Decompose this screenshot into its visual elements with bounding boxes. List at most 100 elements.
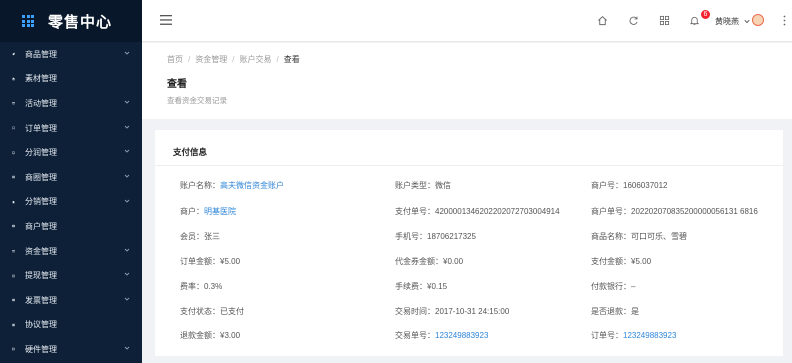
info-field: 交易时间：2017-10-31 24:15:00 — [395, 306, 509, 317]
page-title: 查看 — [167, 79, 187, 90]
field-value: ¥5.00 — [631, 257, 652, 266]
info-field: 账户类型：微信 — [395, 180, 451, 191]
field-value: ¥0.15 — [427, 282, 448, 291]
field-label: 商品名称： — [591, 232, 631, 241]
field-value: 18706217325 — [427, 232, 476, 241]
field-value: 微信 — [435, 181, 451, 190]
field-value: 张三 — [204, 232, 220, 241]
id-card-icon — [12, 225, 15, 228]
card-title: 支付信息 — [173, 147, 208, 157]
sidebar-item[interactable]: 素材管理 — [0, 67, 142, 92]
info-field: 代金券金额：¥0.00 — [395, 256, 463, 267]
monitor-icon — [12, 151, 15, 154]
field-label: 商户： — [180, 207, 204, 216]
home-icon[interactable] — [597, 15, 608, 26]
sidebar-item-label: 硬件管理 — [25, 344, 57, 354]
chevron-down-icon — [124, 199, 130, 203]
chevron-down-icon — [124, 346, 130, 350]
app-title: 零售中心 — [48, 13, 113, 31]
sidebar-item[interactable]: 商品管理 — [0, 42, 142, 67]
field-value: 202202070835200000056131 6816 — [631, 207, 758, 216]
field-value: 4200001346202202072703004914 — [435, 207, 560, 216]
field-label: 订单号： — [591, 331, 623, 340]
info-field: 商户单号：202202070835200000056131 6816 — [591, 206, 758, 217]
breadcrumb-item[interactable]: 首页 — [167, 55, 183, 64]
breadcrumb-item[interactable]: 资金管理 — [195, 55, 227, 64]
field-value: 可口可乐、雪碧 — [631, 232, 687, 241]
breadcrumb-item[interactable]: 账户交易 — [239, 55, 271, 64]
field-label: 支付状态： — [180, 307, 220, 316]
wallet-icon — [12, 274, 15, 277]
sidebar: 零售中心 商品管理 素材管理 活动管理订单管理分润管理商圈管理分销管理商户管理资金管… — [0, 0, 142, 363]
field-label: 费率： — [180, 282, 204, 291]
field-label: 交易时间： — [395, 307, 435, 316]
info-field: 付款银行：– — [591, 281, 635, 292]
more-vertical-icon[interactable] — [783, 15, 786, 26]
sidebar-item-label: 商户管理 — [25, 221, 57, 231]
calendar-icon — [12, 102, 15, 105]
field-label: 账户名称： — [180, 181, 220, 190]
divider — [155, 165, 783, 166]
user-name[interactable]: 黄晓燕 — [715, 16, 739, 27]
field-value-link[interactable]: 123249883923 — [435, 331, 488, 340]
field-label: 会员： — [180, 232, 204, 241]
info-field: 交易单号：123249883923 — [395, 330, 488, 341]
breadcrumb-current: 查看 — [283, 55, 300, 64]
sidebar-item[interactable]: 资金管理 — [0, 239, 142, 264]
file-icon — [12, 77, 15, 81]
avatar[interactable] — [752, 14, 764, 26]
page-header: 首页 / 资金管理 / 账户交易 / 查看 查看 查看资金交易记录 — [142, 43, 792, 119]
field-label: 商户单号： — [591, 207, 631, 216]
info-field: 商户：明基医院 — [180, 206, 236, 217]
field-label: 支付金额： — [591, 257, 631, 266]
bell-icon[interactable] — [689, 15, 700, 26]
field-label: 手机号： — [395, 232, 427, 241]
app-logo[interactable]: 零售中心 — [0, 0, 142, 42]
field-value: 2017-10-31 24:15:00 — [435, 307, 510, 316]
sidebar-item[interactable]: 商圈管理 — [0, 165, 142, 190]
sidebar-item-label: 分销管理 — [25, 197, 57, 207]
sidebar-item-label: 商圈管理 — [25, 172, 57, 182]
info-field: 手续费：¥0.15 — [395, 281, 447, 292]
field-label: 付款银行： — [591, 282, 631, 291]
sidebar-menu: 商品管理 素材管理 活动管理订单管理分润管理商圈管理分销管理商户管理资金管理 提现管理… — [0, 42, 142, 362]
field-value-link[interactable]: 明基医院 — [204, 207, 236, 216]
sidebar-item[interactable]: 商户管理 — [0, 214, 142, 239]
field-value-link[interactable]: 高夫微信资金账户 — [220, 181, 284, 190]
sidebar-item[interactable]: 发票管理 — [0, 288, 142, 313]
info-field: 费率：0.3% — [180, 281, 222, 292]
sidebar-item[interactable]: 提现管理 — [0, 263, 142, 288]
chevron-down-icon — [124, 297, 130, 301]
info-field: 支付状态：已支付 — [180, 306, 244, 317]
menu-toggle-icon[interactable] — [160, 15, 172, 25]
field-label: 支付单号： — [395, 207, 435, 216]
apps-icon[interactable] — [659, 15, 670, 26]
sidebar-item[interactable]: 分润管理 — [0, 140, 142, 165]
sidebar-item-label: 订单管理 — [25, 123, 57, 133]
sidebar-item[interactable]: 活动管理 — [0, 91, 142, 116]
field-label: 交易单号： — [395, 331, 435, 340]
chevron-down-icon — [124, 100, 130, 104]
bookmark-icon — [12, 126, 15, 130]
field-value: ¥5.00 — [220, 257, 241, 266]
payment-info-card: 支付信息 账户名称：高夫微信资金账户 账户类型：微信 商户号：1606037012 商… — [155, 130, 783, 356]
info-field: 订单金额：¥5.00 — [180, 256, 240, 267]
info-field: 是否退款：是 — [591, 306, 639, 317]
chevron-down-icon[interactable] — [744, 19, 750, 24]
sidebar-item[interactable]: 硬件管理 — [0, 337, 142, 362]
field-value-link[interactable]: 123249883923 — [623, 331, 676, 340]
sidebar-item[interactable]: 协议管理 — [0, 313, 142, 338]
sidebar-item-label: 协议管理 — [25, 320, 57, 330]
sidebar-item[interactable]: 订单管理 — [0, 116, 142, 141]
info-field: 手机号：18706217325 — [395, 231, 476, 242]
refresh-icon[interactable] — [628, 15, 639, 26]
top-header: 6 黄晓燕 — [142, 0, 792, 42]
field-label: 订单金额： — [180, 257, 220, 266]
sidebar-item[interactable]: 分销管理 — [0, 190, 142, 215]
sidebar-item-label: 分润管理 — [25, 148, 57, 158]
tag-icon — [12, 53, 15, 56]
calendar-icon — [12, 250, 15, 253]
info-field: 商户号：1606037012 — [591, 180, 668, 191]
page-description: 查看资金交易记录 — [167, 96, 227, 105]
field-value: ¥3.00 — [220, 331, 241, 340]
